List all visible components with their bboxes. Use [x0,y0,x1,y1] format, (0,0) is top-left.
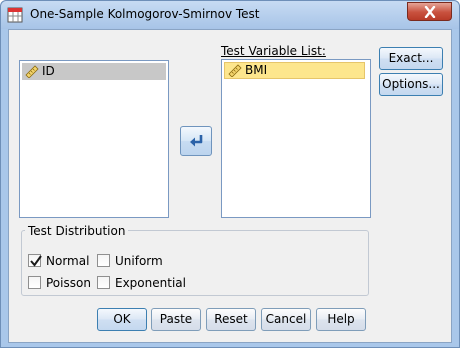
list-item-label: BMI [245,63,268,77]
cancel-button[interactable]: Cancel [261,308,311,331]
dialog-window: One-Sample Kolmogorov-Smirnov Test ID Te… [0,0,460,348]
options-button[interactable]: Options... [379,73,443,96]
test-variable-list-label: Test Variable List: [221,44,326,58]
test-variable-list[interactable]: BMI [221,59,371,218]
ok-button[interactable]: OK [97,308,147,331]
close-button[interactable] [407,2,452,21]
test-distribution-legend: Test Distribution [25,224,129,238]
poisson-checkbox[interactable] [28,276,41,289]
normal-label[interactable]: Normal [46,254,89,268]
list-item-label: ID [42,64,55,78]
dialog-body: ID Test Variable List: BMI Exact... Opti… [8,29,452,343]
poisson-label[interactable]: Poisson [46,276,91,290]
paste-button[interactable]: Paste [151,308,201,331]
list-item[interactable]: ID [22,63,166,80]
list-item[interactable]: BMI [224,62,365,79]
ruler-scale-icon [228,64,242,81]
spss-dialog-icon [7,7,23,23]
exponential-label[interactable]: Exponential [115,276,186,290]
source-variable-list[interactable]: ID [19,60,169,218]
uniform-label[interactable]: Uniform [115,254,163,268]
normal-checkbox[interactable] [28,254,42,267]
title-bar[interactable]: One-Sample Kolmogorov-Smirnov Test [1,1,459,29]
move-variable-button[interactable] [180,126,212,156]
exponential-checkbox[interactable] [97,276,110,289]
help-button[interactable]: Help [316,308,366,331]
ruler-scale-icon [25,65,39,83]
window-title: One-Sample Kolmogorov-Smirnov Test [30,7,260,21]
exact-button[interactable]: Exact... [379,47,443,70]
reset-button[interactable]: Reset [206,308,256,331]
uniform-checkbox[interactable] [97,254,110,267]
